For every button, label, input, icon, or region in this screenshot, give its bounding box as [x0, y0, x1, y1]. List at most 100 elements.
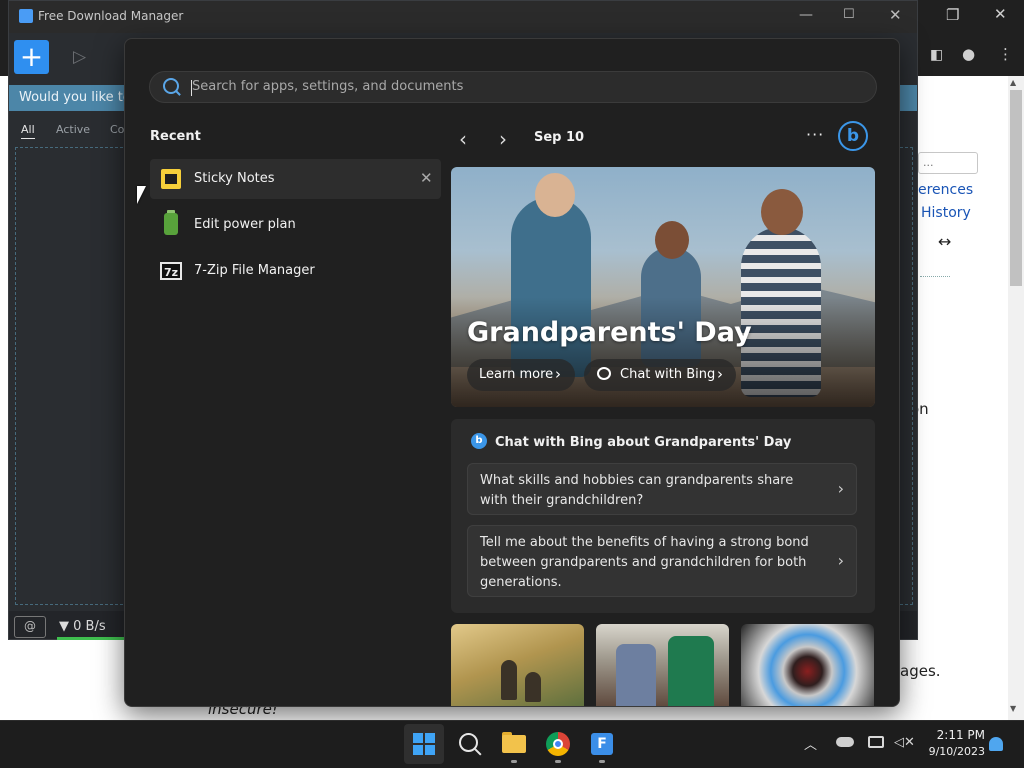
- hero-card[interactable]: Grandparents' Day Learn more › Chat with…: [451, 167, 875, 407]
- sticky-notes-icon: [161, 169, 181, 189]
- bing-chat-card: b Chat with Bing about Grandparents' Day…: [451, 419, 875, 613]
- browser-close-icon[interactable]: ✕: [994, 5, 1007, 23]
- chevron-right-icon: ›: [837, 479, 844, 498]
- volume-muted-icon[interactable]: ◁✕: [894, 735, 915, 750]
- network-icon[interactable]: [868, 736, 884, 748]
- fdm-add-download-button[interactable]: +: [14, 40, 49, 74]
- recent-item-label: Sticky Notes: [194, 171, 275, 186]
- snail-mode-icon[interactable]: @: [14, 616, 46, 638]
- bing-icon: b: [471, 433, 487, 449]
- scroll-up-icon[interactable]: ▲: [1010, 78, 1016, 87]
- fdm-logo-icon: [19, 9, 33, 23]
- fdm-banner-text: Would you like to: [19, 90, 131, 105]
- chevron-up-icon[interactable]: ︿: [804, 734, 817, 753]
- learn-more-button[interactable]: Learn more ›: [467, 359, 575, 391]
- preferences-link[interactable]: erences: [918, 182, 973, 198]
- news-thumbnail[interactable]: [451, 624, 584, 706]
- fdm-window-title: Free Download Manager: [38, 9, 184, 23]
- thumbnail-figure: [501, 660, 517, 700]
- clock-date[interactable]: 9/10/2023: [921, 745, 985, 758]
- taskbar-free-download-manager[interactable]: F: [582, 724, 622, 764]
- running-indicator: [599, 760, 605, 763]
- page-text-fragment: ages.: [900, 662, 941, 680]
- history-link[interactable]: History: [921, 205, 971, 221]
- recent-item-7zip[interactable]: 7z 7-Zip File Manager: [150, 251, 441, 291]
- recent-heading: Recent: [150, 129, 201, 144]
- fdm-tab-all[interactable]: All: [21, 123, 35, 139]
- clock-time[interactable]: 2:11 PM: [933, 728, 985, 742]
- learn-more-label: Learn more: [479, 367, 554, 382]
- bing-icon[interactable]: b: [838, 121, 868, 151]
- fdm-app-icon: F: [591, 733, 613, 755]
- chat-suggestion[interactable]: What skills and hobbies can grandparents…: [467, 463, 857, 515]
- 7zip-icon: 7z: [160, 262, 182, 280]
- chrome-icon-center: [553, 739, 563, 749]
- fdm-tab-active[interactable]: Active: [56, 123, 90, 136]
- browser-scrollbar-thumb[interactable]: [1010, 90, 1022, 286]
- taskbar-search-button[interactable]: [450, 724, 490, 764]
- windows-logo-icon: [425, 733, 435, 743]
- divider: [920, 276, 950, 277]
- hero-image-figure: [655, 221, 689, 259]
- chat-card-title: Chat with Bing about Grandparents' Day: [495, 435, 792, 450]
- chat-bubble-icon: [597, 367, 611, 380]
- windows-logo-icon: [413, 745, 423, 755]
- remove-recent-icon[interactable]: ✕: [420, 169, 433, 187]
- search-placeholder[interactable]: Search for apps, settings, and documents: [192, 79, 463, 94]
- date-label: Sep 10: [534, 130, 585, 145]
- chat-with-bing-label: Chat with Bing: [620, 367, 716, 382]
- folder-icon: [502, 735, 526, 753]
- notification-bell-icon[interactable]: [989, 737, 1003, 751]
- windows-logo-icon: [425, 745, 435, 755]
- taskbar-chrome[interactable]: [538, 724, 578, 764]
- thumbnail-figure: [525, 672, 541, 702]
- start-button[interactable]: [404, 724, 444, 764]
- chevron-right-icon: ›: [555, 365, 561, 383]
- chat-suggestion-text: What skills and hobbies can grandparents…: [480, 473, 794, 508]
- speed-value: 0 B/s: [73, 619, 106, 634]
- chevron-right-icon[interactable]: ›: [499, 127, 507, 151]
- recent-item-edit-power-plan[interactable]: Edit power plan: [150, 205, 441, 245]
- recent-item-label: 7-Zip File Manager: [194, 263, 315, 278]
- fdm-close-icon[interactable]: ✕: [889, 6, 902, 24]
- chat-suggestion-text: Tell me about the benefits of having a s…: [480, 535, 809, 590]
- browser-restore-icon[interactable]: ❐: [946, 6, 959, 24]
- recent-item-label: Edit power plan: [194, 217, 296, 232]
- sticky-notes-icon-inner: [165, 174, 177, 184]
- fdm-minimize-icon[interactable]: —: [799, 7, 813, 23]
- battery-icon: [164, 213, 178, 235]
- fdm-maximize-icon[interactable]: ☐: [843, 7, 855, 22]
- taskbar-file-explorer[interactable]: [494, 724, 534, 764]
- scroll-down-icon[interactable]: ▼: [1010, 704, 1016, 713]
- text-caret: [191, 80, 192, 96]
- hero-image-figure: [761, 189, 803, 235]
- more-options-icon[interactable]: ···: [806, 125, 824, 144]
- windows-logo-icon: [413, 733, 423, 743]
- search-icon-handle: [474, 748, 482, 756]
- thumbnail-figure: [668, 636, 714, 706]
- recent-item-sticky-notes[interactable]: Sticky Notes ✕: [150, 159, 441, 199]
- chevron-left-icon[interactable]: ‹: [459, 127, 467, 151]
- hero-title: Grandparents' Day: [467, 317, 752, 348]
- sidebar-toggle-icon[interactable]: ◧: [930, 47, 943, 63]
- chat-suggestion[interactable]: Tell me about the benefits of having a s…: [467, 525, 857, 597]
- thumbnail-figure: [616, 644, 656, 706]
- chevron-right-icon: ›: [717, 365, 723, 383]
- onedrive-cloud-icon[interactable]: [836, 737, 854, 747]
- chevron-right-icon: ›: [837, 551, 844, 570]
- running-indicator: [511, 760, 517, 763]
- fdm-download-speed: ▼ 0 B/s: [59, 619, 106, 634]
- browser-page-input[interactable]: ...: [918, 152, 978, 174]
- fdm-resume-icon[interactable]: ▷: [73, 47, 86, 67]
- hero-image-figure: [535, 173, 575, 217]
- browser-menu-icon[interactable]: ⋮: [998, 45, 1013, 63]
- running-indicator: [555, 760, 561, 763]
- news-thumbnail[interactable]: [596, 624, 729, 706]
- start-menu: Search for apps, settings, and documents…: [124, 38, 900, 707]
- resize-arrow-icon: ↔: [938, 232, 952, 251]
- chat-with-bing-button[interactable]: Chat with Bing ›: [584, 359, 736, 391]
- profile-icon[interactable]: ●: [962, 45, 975, 63]
- mouse-cursor-icon: [137, 186, 146, 204]
- fdm-speed-bar: [57, 637, 127, 640]
- news-thumbnail[interactable]: [741, 624, 874, 706]
